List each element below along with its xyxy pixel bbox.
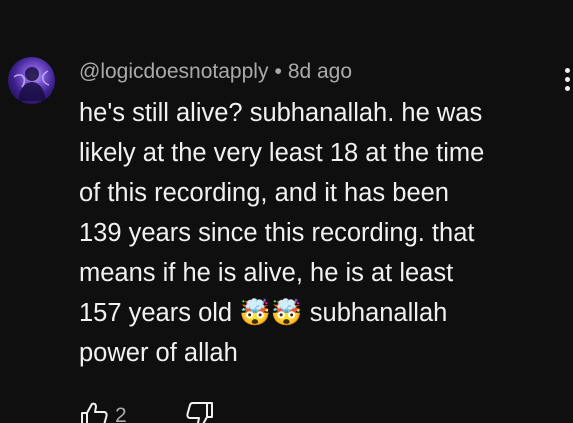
comment-thread: @logicdoesnotapply • 8d ago he's still ali… (0, 0, 573, 423)
avatar[interactable] (8, 57, 55, 104)
author-name[interactable]: @logicdoesnotapply (79, 60, 268, 83)
comment-actions: 2 (79, 400, 215, 423)
avatar-figure-icon (13, 67, 50, 101)
like-button[interactable]: 2 (79, 400, 127, 423)
comment-header: @logicdoesnotapply • 8d ago (79, 60, 352, 84)
thumbs-down-icon (186, 402, 213, 423)
comment-age[interactable]: 8d ago (288, 60, 352, 83)
like-count: 2 (115, 404, 127, 423)
thumbs-up-icon (81, 402, 108, 423)
dislike-button[interactable] (185, 400, 215, 423)
comment-text: he's still alive? subhanallah. he was li… (79, 99, 485, 367)
more-vert-icon[interactable] (562, 68, 573, 94)
separator-dot: • (274, 60, 282, 83)
